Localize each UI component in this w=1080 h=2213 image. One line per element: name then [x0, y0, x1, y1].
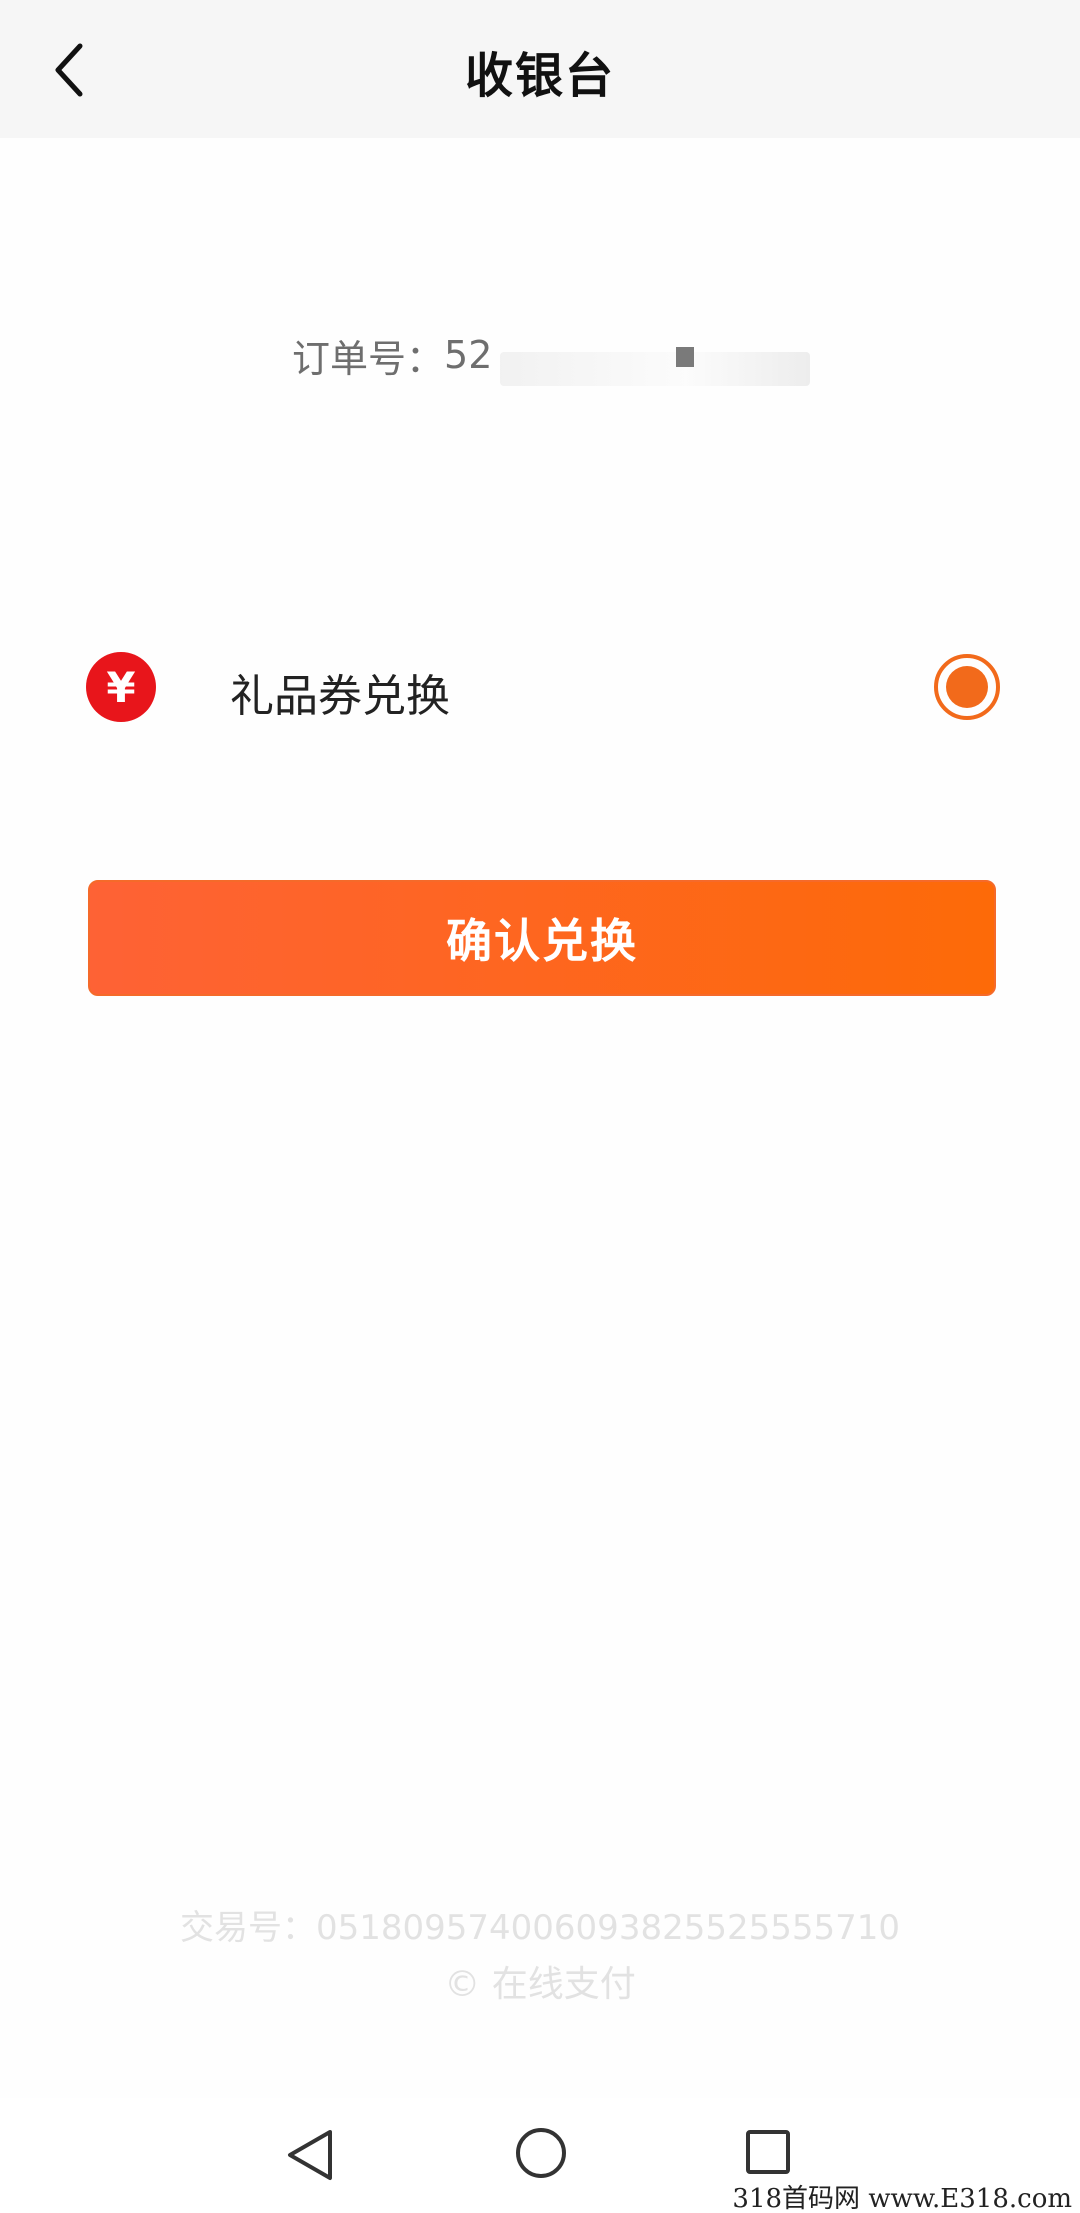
yen-icon: ¥: [86, 652, 156, 722]
payment-radio-selected[interactable]: [934, 654, 1000, 720]
nav-recents-icon[interactable]: [746, 2130, 790, 2174]
watermark: 318首码网 www.E318.com: [732, 2184, 1072, 2213]
trade-number: 交易号：051809574006093825525555710: [179, 1908, 901, 1948]
confirm-exchange-button[interactable]: 确认兑换: [88, 880, 996, 996]
nav-home-icon[interactable]: [516, 2128, 566, 2178]
payment-option-label: 礼品券兑换: [230, 671, 450, 722]
order-number-redaction-mark: [676, 347, 694, 367]
cashier-page: 收银台 订单号： 52 ¥ 礼品券兑换 确认兑换 交易号：05180957400…: [0, 0, 1080, 2213]
nav-back-icon[interactable]: [284, 2128, 336, 2182]
top-bar: 收银台: [0, 0, 1080, 138]
radio-dot-icon: [946, 666, 988, 708]
online-payment-note: © 在线支付: [444, 1964, 636, 2005]
order-number-value: 52: [444, 333, 493, 377]
payment-option-gift-voucher[interactable]: ¥ 礼品券兑换: [0, 630, 1080, 740]
order-number-label: 订单号：: [292, 336, 445, 381]
page-title: 收银台: [464, 48, 615, 104]
order-number-redaction: [500, 352, 810, 386]
order-number-row: 订单号： 52: [292, 330, 493, 381]
